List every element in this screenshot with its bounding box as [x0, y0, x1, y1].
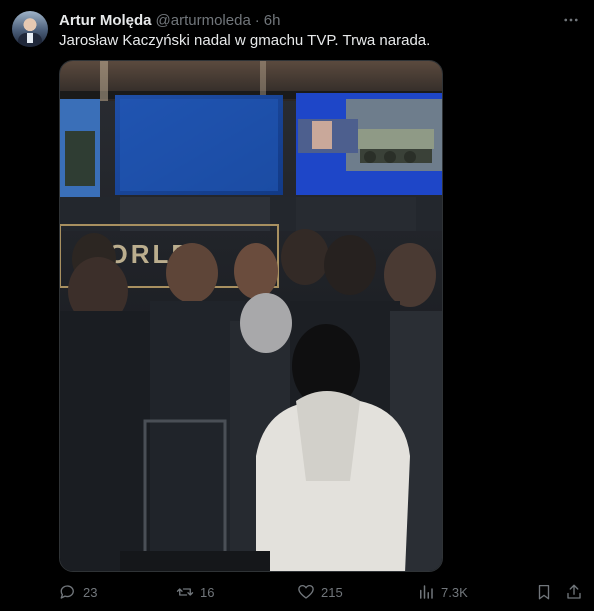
share-button[interactable] [565, 582, 583, 602]
views-count: 7.3K [441, 584, 468, 600]
tweet[interactable]: Artur Molęda @arturmoleda · 6h Jarosław … [0, 0, 594, 611]
author-name[interactable]: Artur Molęda [59, 12, 152, 29]
more-horizontal-icon [564, 18, 578, 22]
separator-dot: · [254, 11, 260, 29]
reply-icon [60, 585, 74, 599]
reply-button[interactable]: 23 [59, 582, 97, 602]
tweet-photo[interactable]: WORLD [59, 60, 443, 572]
bookmark-button[interactable] [535, 582, 553, 602]
like-button[interactable]: 215 [297, 582, 343, 602]
heart-icon [298, 584, 314, 599]
avatar-shirt [27, 33, 33, 43]
author-handle[interactable]: @arturmoleda [156, 12, 251, 29]
repost-button[interactable]: 16 [176, 582, 214, 602]
bookmark-icon [538, 584, 550, 600]
timestamp[interactable]: 6h [264, 12, 281, 29]
reply-count: 23 [83, 584, 98, 600]
tweet-header: Artur Molęda @arturmoleda · 6h [59, 11, 280, 29]
photo-scene: WORLD [60, 61, 442, 571]
more-options-button[interactable] [562, 11, 580, 29]
repost-icon [176, 588, 194, 596]
views-button[interactable]: 7.3K [417, 582, 468, 602]
like-count: 215 [321, 584, 343, 600]
views-icon [420, 585, 433, 599]
share-icon [567, 584, 581, 599]
repost-count: 16 [200, 584, 215, 600]
avatar[interactable] [12, 11, 48, 47]
tweet-actions: 23 16 215 7.3K [59, 582, 583, 602]
tweet-text: Jarosław Kaczyński nadal w gmachu TVP. T… [59, 32, 431, 49]
